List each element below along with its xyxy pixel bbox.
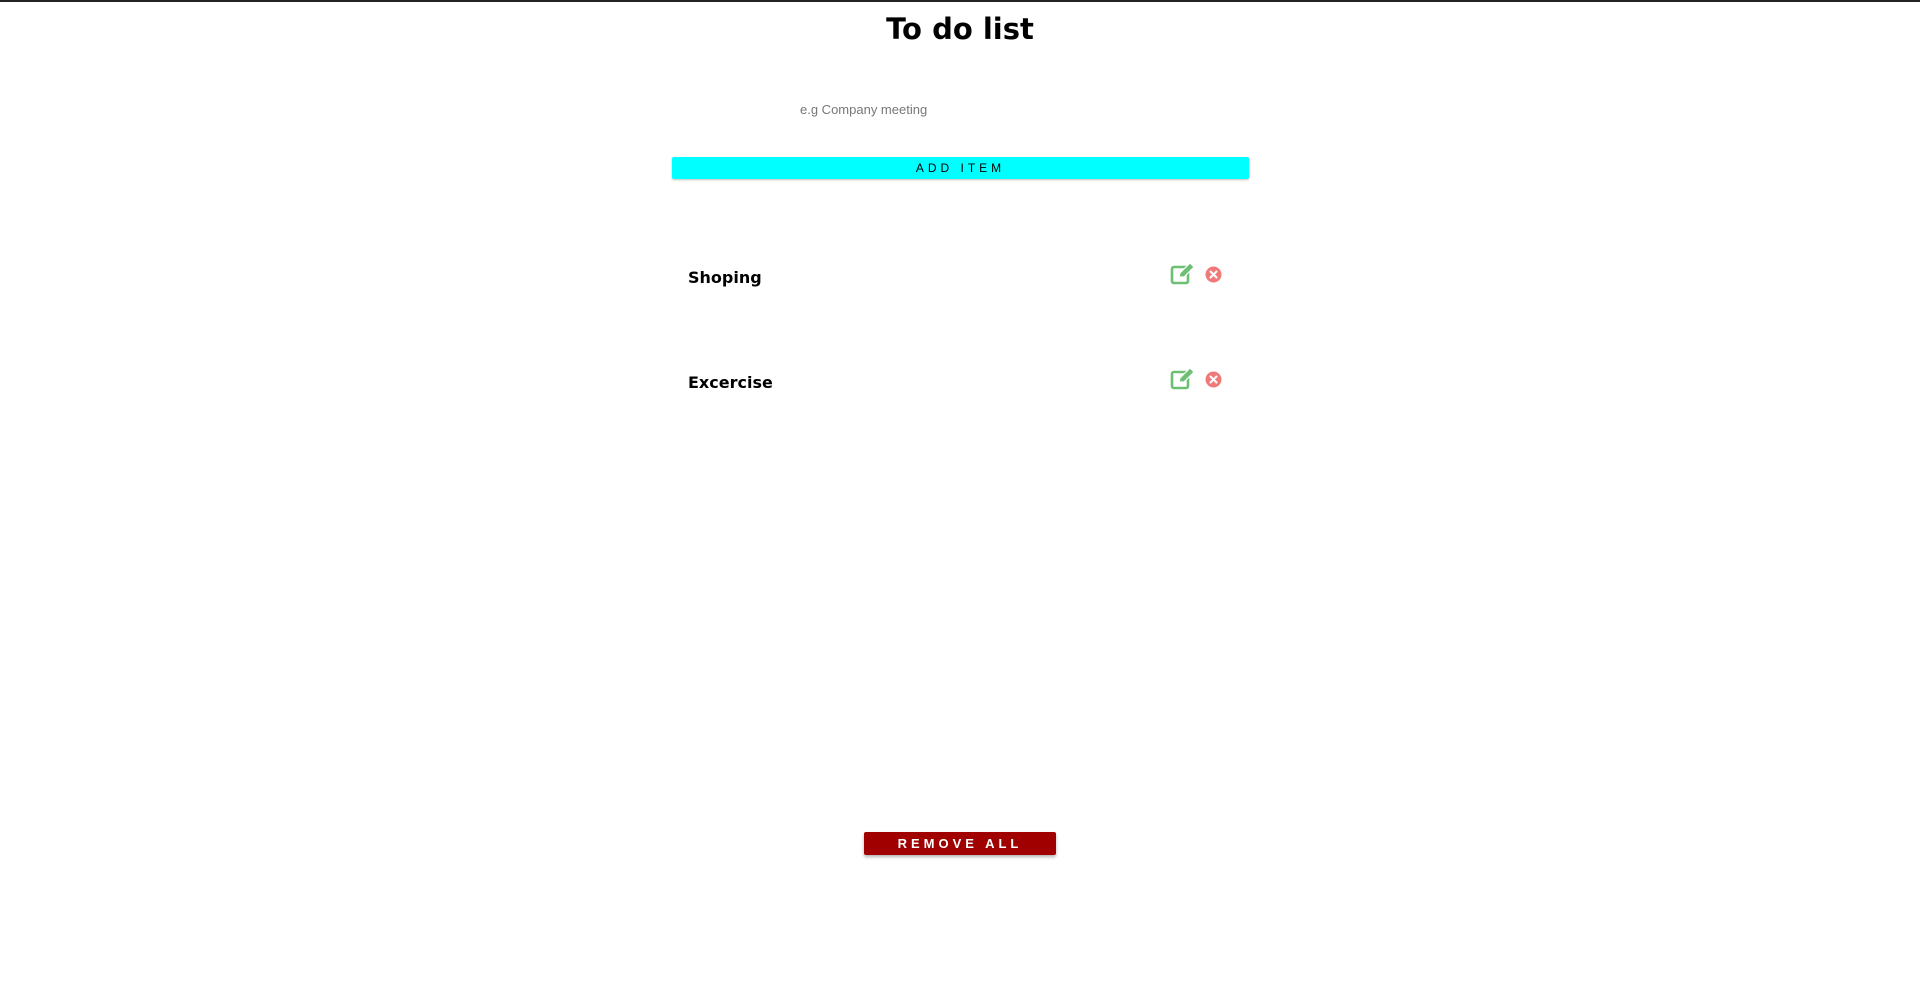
todo-item-input[interactable] [790,96,1090,122]
todo-list-item: Excercise [672,355,1249,460]
todo-item-label: Excercise [688,373,773,392]
todo-list-item: Shoping [672,250,1249,355]
todo-item-actions [1170,262,1222,286]
top-border [0,0,1920,2]
close-circle-icon[interactable] [1205,266,1222,283]
edit-icon[interactable] [1170,262,1196,286]
todo-item-label: Shoping [688,268,762,287]
add-item-button[interactable]: ADD ITEM [672,157,1249,179]
close-circle-icon[interactable] [1205,371,1222,388]
remove-all-button[interactable]: REMOVE ALL [864,832,1056,855]
edit-icon[interactable] [1170,367,1196,391]
todo-list: Shoping Excercise [672,250,1249,460]
page-title: To do list [886,12,1034,46]
todo-item-actions [1170,367,1222,391]
